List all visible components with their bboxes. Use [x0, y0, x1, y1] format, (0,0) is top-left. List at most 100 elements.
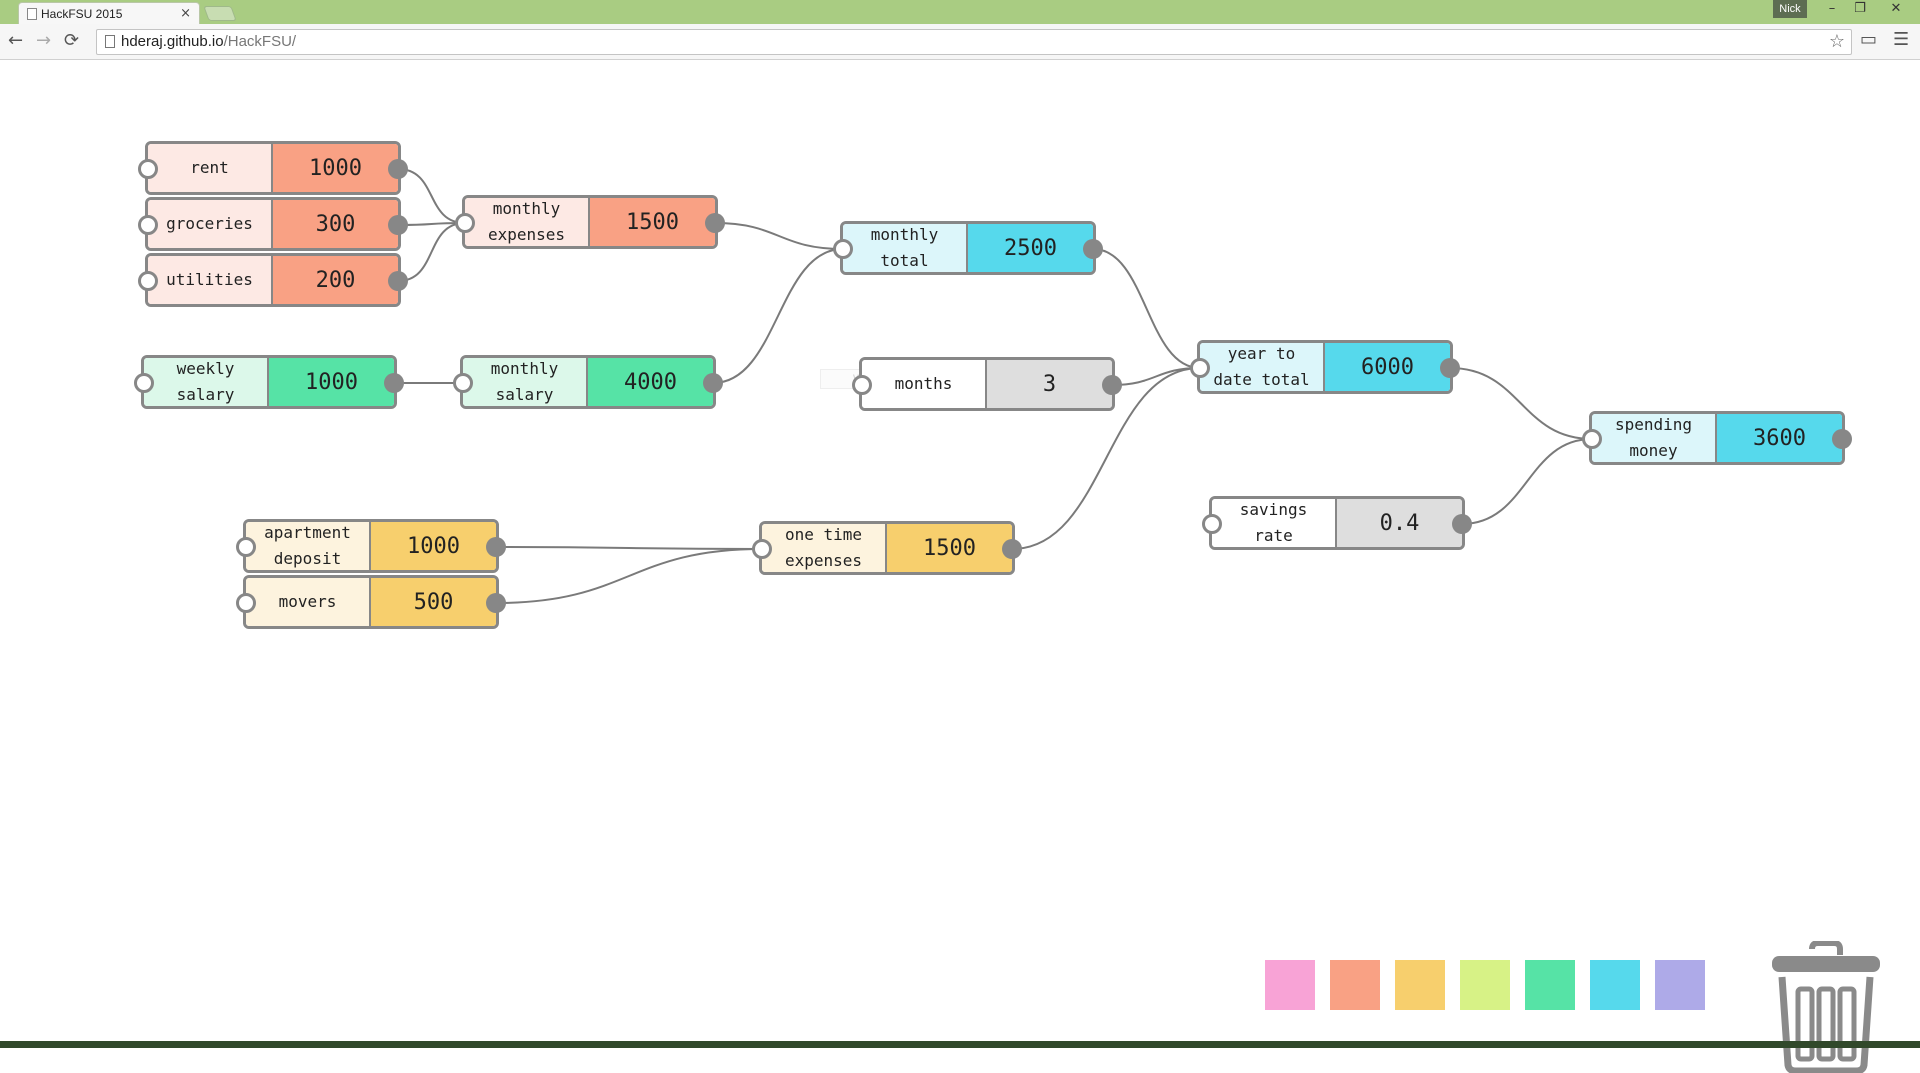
- input-port[interactable]: [455, 213, 475, 233]
- input-port[interactable]: [1582, 429, 1602, 449]
- output-port[interactable]: [1083, 239, 1103, 259]
- node-monthly-expenses[interactable]: monthly expenses 1500: [455, 195, 725, 249]
- node-value[interactable]: 0.4: [1337, 499, 1462, 547]
- url-text: hderaj.github.io/HackFSU/: [121, 33, 296, 50]
- wire-monthly_total-to-year_to_date_total: [1092, 248, 1201, 369]
- back-icon[interactable]: ←: [8, 30, 23, 51]
- input-port[interactable]: [236, 537, 256, 557]
- node-value[interactable]: 3: [987, 360, 1112, 408]
- output-port[interactable]: [486, 537, 506, 557]
- output-port[interactable]: [703, 373, 723, 393]
- input-port[interactable]: [138, 271, 158, 291]
- node-label: monthly salary: [463, 358, 588, 406]
- color-swatch[interactable]: [1655, 960, 1705, 1010]
- page-icon: [27, 8, 37, 20]
- input-port[interactable]: [138, 215, 158, 235]
- node-monthly-total[interactable]: monthly total 2500: [833, 221, 1103, 275]
- node-value[interactable]: 3600: [1717, 414, 1842, 462]
- node-value[interactable]: 1000: [269, 358, 394, 406]
- wire-rent-to-monthly_expenses: [397, 168, 466, 224]
- color-swatch[interactable]: [1395, 960, 1445, 1010]
- node-value[interactable]: 1500: [887, 524, 1012, 572]
- node-label: one time expenses: [762, 524, 887, 572]
- minimize-icon[interactable]: –: [1818, 0, 1846, 20]
- node-groceries[interactable]: groceries 300: [138, 197, 408, 251]
- color-swatch[interactable]: [1525, 960, 1575, 1010]
- output-port[interactable]: [1440, 358, 1460, 378]
- wire-year_to_date_total-to-spending_money: [1449, 367, 1593, 440]
- wire-savings_rate-to-spending_money: [1461, 438, 1593, 525]
- node-value[interactable]: 6000: [1325, 343, 1450, 391]
- node-utilities[interactable]: utilities 200: [138, 253, 408, 307]
- node-savings-rate[interactable]: savings rate 0.4: [1202, 496, 1472, 550]
- tab-close-icon[interactable]: ×: [180, 6, 191, 21]
- node-label: apartment deposit: [246, 522, 371, 570]
- node-apartment-deposit[interactable]: apartment deposit 1000: [236, 519, 506, 573]
- menu-icon[interactable]: ☰: [1893, 29, 1909, 50]
- node-weekly-salary[interactable]: weekly salary 1000: [134, 355, 404, 409]
- url-path: /HackFSU/: [223, 33, 297, 50]
- output-port[interactable]: [705, 213, 725, 233]
- output-port[interactable]: [388, 159, 408, 179]
- close-window-icon[interactable]: ✕: [1876, 0, 1916, 20]
- node-label: year to date total: [1200, 343, 1325, 391]
- node-one-time-expenses[interactable]: one time expenses 1500: [752, 521, 1022, 575]
- wire-monthly_expenses-to-monthly_total: [714, 222, 844, 250]
- input-port[interactable]: [138, 159, 158, 179]
- address-bar[interactable]: hderaj.github.io/HackFSU/ ☆: [96, 29, 1852, 55]
- node-monthly-salary[interactable]: monthly salary 4000: [453, 355, 723, 409]
- input-port[interactable]: [1190, 358, 1210, 378]
- node-label: monthly expenses: [465, 198, 590, 246]
- input-port[interactable]: [752, 539, 772, 559]
- forward-icon[interactable]: →: [36, 30, 51, 51]
- output-port[interactable]: [486, 593, 506, 613]
- maximize-icon[interactable]: ❐: [1846, 0, 1874, 20]
- taskbar: [0, 1041, 1920, 1048]
- output-port[interactable]: [388, 215, 408, 235]
- output-port[interactable]: [1002, 539, 1022, 559]
- profile-button[interactable]: Nick: [1773, 0, 1807, 18]
- reload-icon[interactable]: ⟳: [64, 30, 79, 51]
- node-rent[interactable]: rent 1000: [138, 141, 408, 195]
- input-port[interactable]: [833, 239, 853, 259]
- output-port[interactable]: [388, 271, 408, 291]
- color-swatch[interactable]: [1590, 960, 1640, 1010]
- node-value[interactable]: 1000: [273, 144, 398, 192]
- output-port[interactable]: [384, 373, 404, 393]
- input-port[interactable]: [236, 593, 256, 613]
- input-port[interactable]: [1202, 514, 1222, 534]
- node-spending-money[interactable]: spending money 3600: [1582, 411, 1852, 465]
- node-movers[interactable]: movers 500: [236, 575, 506, 629]
- node-value[interactable]: 1000: [371, 522, 496, 570]
- node-label: months: [862, 360, 987, 408]
- output-port[interactable]: [1452, 514, 1472, 534]
- browser-tab[interactable]: HackFSU 2015 ×: [18, 2, 200, 25]
- new-tab-button[interactable]: [203, 6, 237, 21]
- node-label: savings rate: [1212, 499, 1337, 547]
- color-swatch[interactable]: [1460, 960, 1510, 1010]
- node-value[interactable]: 1500: [590, 198, 715, 246]
- cast-icon[interactable]: ▭: [1860, 29, 1877, 50]
- input-port[interactable]: [453, 373, 473, 393]
- input-port[interactable]: [852, 375, 872, 395]
- node-label: monthly total: [843, 224, 968, 272]
- output-port[interactable]: [1832, 429, 1852, 449]
- node-value[interactable]: 200: [273, 256, 398, 304]
- trash-icon[interactable]: [1768, 941, 1884, 1073]
- node-value[interactable]: 300: [273, 200, 398, 248]
- node-value[interactable]: 500: [371, 578, 496, 626]
- node-months[interactable]: months 3: [852, 357, 1122, 411]
- input-port[interactable]: [134, 373, 154, 393]
- node-year-to-date-total[interactable]: year to date total 6000: [1190, 340, 1460, 394]
- node-value[interactable]: 2500: [968, 224, 1093, 272]
- node-label: rent: [148, 144, 273, 192]
- wire-movers-to-one_time_expenses: [495, 548, 763, 604]
- node-canvas[interactable]: Window Snip rent 1000 groceries 300 util…: [0, 61, 1920, 1073]
- node-label: weekly salary: [144, 358, 269, 406]
- color-swatch[interactable]: [1330, 960, 1380, 1010]
- browser-toolbar: ← → ⟳ hderaj.github.io/HackFSU/ ☆ ▭ ☰: [0, 24, 1920, 60]
- bookmark-star-icon[interactable]: ☆: [1829, 31, 1845, 52]
- node-value[interactable]: 4000: [588, 358, 713, 406]
- output-port[interactable]: [1102, 375, 1122, 395]
- color-swatch[interactable]: [1265, 960, 1315, 1010]
